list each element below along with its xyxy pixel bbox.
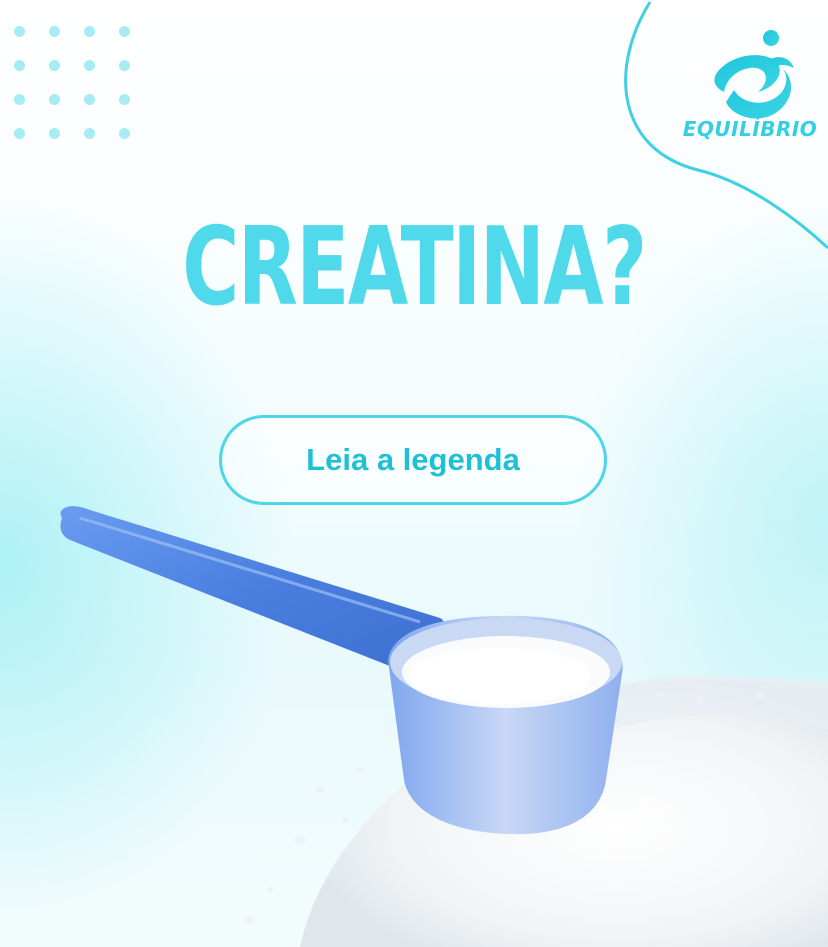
scoop-with-powder-image	[60, 506, 828, 947]
decor-dot	[84, 128, 95, 139]
decor-dot	[84, 26, 95, 37]
decor-dot	[119, 94, 130, 105]
decor-dot	[119, 128, 130, 139]
page-title: CREATINA?	[182, 205, 647, 330]
decor-dot	[119, 26, 130, 37]
decor-dot	[84, 60, 95, 71]
decor-dot	[119, 60, 130, 71]
decor-dot	[49, 26, 60, 37]
decor-dot	[49, 128, 60, 139]
decor-dot	[14, 128, 25, 139]
brand-name: EQUILÍBRIO	[682, 117, 818, 141]
decor-dot	[49, 60, 60, 71]
decor-dot	[14, 94, 25, 105]
dot-grid-decoration	[8, 20, 138, 150]
decor-dot	[14, 26, 25, 37]
decor-dot	[84, 94, 95, 105]
decor-dot	[49, 94, 60, 105]
decor-dot	[14, 60, 25, 71]
